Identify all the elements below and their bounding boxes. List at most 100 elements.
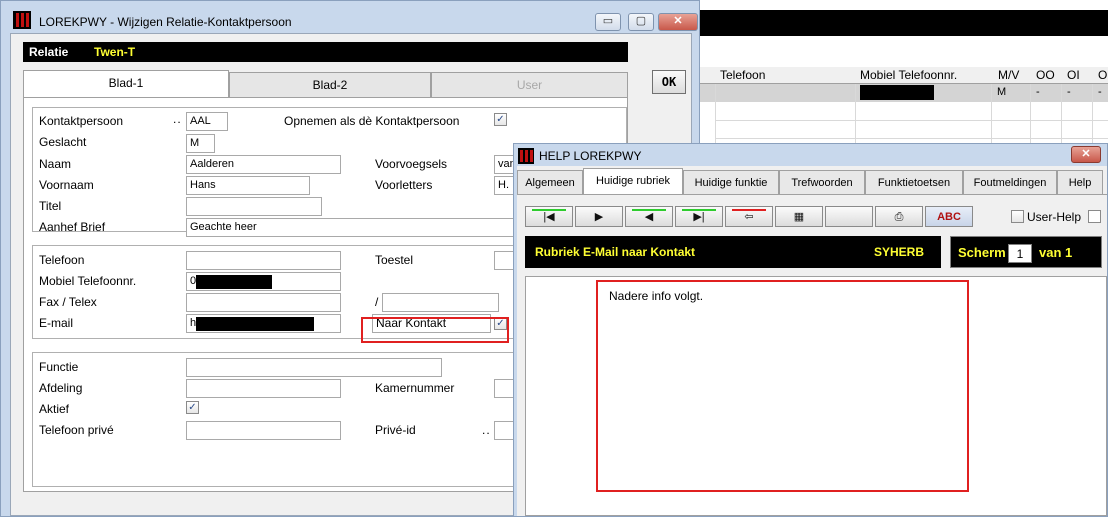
previous-icon: ◀ — [644, 211, 654, 223]
aktief-checkbox[interactable]: ✓ — [186, 401, 199, 414]
telefoon-field[interactable] — [186, 251, 341, 270]
help-close-button[interactable]: ✕ — [1071, 146, 1101, 163]
table-row[interactable]: M - - - — [695, 84, 1108, 102]
column-header-telefoon[interactable]: Telefoon — [720, 68, 765, 82]
relatie-label: Relatie — [29, 45, 69, 59]
tab-blad-2[interactable]: Blad-2 — [229, 72, 431, 97]
grid-line — [715, 138, 1108, 139]
naam-field[interactable]: Aalderen — [186, 155, 341, 174]
aktief-label: Aktief — [39, 402, 70, 416]
rubriek-bar: Rubriek E-Mail naar Kontakt SYHERB — [525, 236, 941, 268]
grid-line — [1092, 84, 1093, 144]
titel-label: Titel — [39, 199, 62, 213]
opnemen-checkbox[interactable]: ✓ — [494, 113, 507, 126]
row-oo: - — [1036, 86, 1040, 98]
functie-label: Functie — [39, 360, 79, 374]
column-header-oi[interactable]: OI — [1067, 68, 1080, 82]
mobiel-field[interactable]: 0 — [186, 272, 341, 291]
grid-line — [855, 84, 856, 144]
functie-field[interactable] — [186, 358, 442, 377]
aanhef-field[interactable]: Geachte heer — [186, 218, 526, 237]
help-tab-huidige-rubriek[interactable]: Huidige rubriek — [583, 168, 683, 195]
row-o: - — [1098, 86, 1102, 98]
maximize-button[interactable]: ▢ — [628, 13, 654, 31]
afdeling-label: Afdeling — [39, 381, 83, 395]
next-button[interactable]: ▶ — [575, 206, 623, 227]
user-help-checkbox[interactable] — [1011, 210, 1024, 223]
print-button[interactable]: ⎙ — [875, 206, 923, 227]
help-app-icon — [518, 148, 534, 164]
fax-extension-field[interactable] — [382, 293, 499, 312]
spellcheck-icon: ABC — [937, 211, 961, 223]
email-label: E-mail — [39, 316, 74, 330]
printer-icon: ⎙ — [894, 211, 904, 223]
calculator-button[interactable]: ▦ — [775, 206, 823, 227]
help-tab-huidige-funktie[interactable]: Huidige funktie — [683, 170, 779, 194]
grid-line — [1030, 84, 1031, 144]
window-title: LOREKPWY - Wijzigen Relatie-Kontaktperso… — [39, 15, 292, 29]
naam-label: Naam — [39, 157, 72, 171]
grid-line — [1061, 84, 1062, 144]
help-tab-help[interactable]: Help — [1057, 170, 1103, 194]
scherm-bar: Scherm 1 van 1 — [950, 236, 1102, 268]
fax-label: Fax / Telex — [39, 295, 97, 309]
rubriek-code: SYHERB — [874, 245, 925, 259]
column-header-mv[interactable]: M/V — [998, 68, 1019, 82]
help-tab-divider — [517, 194, 1107, 195]
last-icon: ▶| — [693, 211, 705, 223]
column-header-mobiel[interactable]: Mobiel Telefoonnr. — [860, 68, 957, 82]
lookup-dots: .. — [173, 112, 182, 126]
back-button[interactable]: ⇦ — [725, 206, 773, 227]
afdeling-field[interactable] — [186, 379, 341, 398]
row-mv: M — [997, 86, 1007, 98]
help-tab-algemeen[interactable]: Algemeen — [517, 170, 583, 194]
kamernummer-label: Kamernummer — [375, 381, 455, 395]
column-header-o[interactable]: O — [1098, 68, 1107, 82]
help-tab-foutmeldingen[interactable]: Foutmeldingen — [963, 170, 1057, 194]
blank-button[interactable] — [825, 206, 873, 227]
mobiel-label: Mobiel Telefoonnr. — [39, 274, 137, 288]
voornaam-field[interactable]: Hans — [186, 176, 310, 195]
close-button[interactable]: ✕ — [658, 13, 698, 31]
background-table-header: Telefoon Mobiel Telefoonnr. M/V OO OI O — [695, 67, 1108, 84]
last-button[interactable]: ▶| — [675, 206, 723, 227]
previous-button[interactable]: ◀ — [625, 206, 673, 227]
calculator-icon: ▦ — [793, 211, 805, 223]
tab-blad-1[interactable]: Blad-1 — [23, 70, 229, 97]
next-icon: ▶ — [594, 211, 604, 223]
lookup-dots: .. — [482, 423, 491, 437]
prive-id-label: Privé-id — [375, 423, 416, 437]
opnemen-label: Opnemen als dè Kontaktpersoon — [284, 114, 460, 128]
redacted-phone — [860, 85, 934, 100]
first-icon: |◀ — [543, 211, 555, 223]
minimize-button[interactable]: ▭ — [595, 13, 621, 31]
voorletters-label: Voorletters — [375, 178, 433, 192]
kontaktpersoon-label: Kontaktpersoon — [39, 114, 124, 128]
help-tab-trefwoorden[interactable]: Trefwoorden — [779, 170, 865, 194]
redacted-relatie — [149, 56, 284, 61]
scherm-total: van 1 — [1039, 245, 1073, 260]
voorvoegsels-label: Voorvoegsels — [375, 157, 448, 171]
fax-field[interactable] — [186, 293, 341, 312]
titel-field[interactable] — [186, 197, 322, 216]
telefoon-prive-field[interactable] — [186, 421, 341, 440]
geslacht-label: Geslacht — [39, 135, 87, 149]
spellcheck-button[interactable]: ABC — [925, 206, 973, 227]
kontaktpersoon-field[interactable]: AAL — [186, 112, 228, 131]
ok-button[interactable]: OK — [652, 70, 686, 94]
geslacht-field[interactable]: M — [186, 134, 215, 153]
scherm-page-field[interactable]: 1 — [1008, 244, 1032, 263]
main-title-bar[interactable]: LOREKPWY - Wijzigen Relatie-Kontaktperso… — [1, 1, 699, 33]
first-button[interactable]: |◀ — [525, 206, 573, 227]
relatie-value: Twen-T — [94, 45, 136, 59]
aanhef-label: Aanhef Brief — [39, 220, 106, 234]
help-window-title: HELP LOREKPWY — [539, 149, 642, 163]
row-oi: - — [1067, 86, 1071, 98]
help-tab-funktietoetsen[interactable]: Funktietoetsen — [865, 170, 963, 194]
user-help-extra-checkbox[interactable] — [1088, 210, 1101, 223]
column-header-oo[interactable]: OO — [1036, 68, 1055, 82]
back-arrow-icon: ⇦ — [744, 211, 754, 223]
grid-line — [715, 84, 716, 144]
email-field[interactable]: h — [186, 314, 341, 333]
app-icon — [13, 11, 31, 29]
